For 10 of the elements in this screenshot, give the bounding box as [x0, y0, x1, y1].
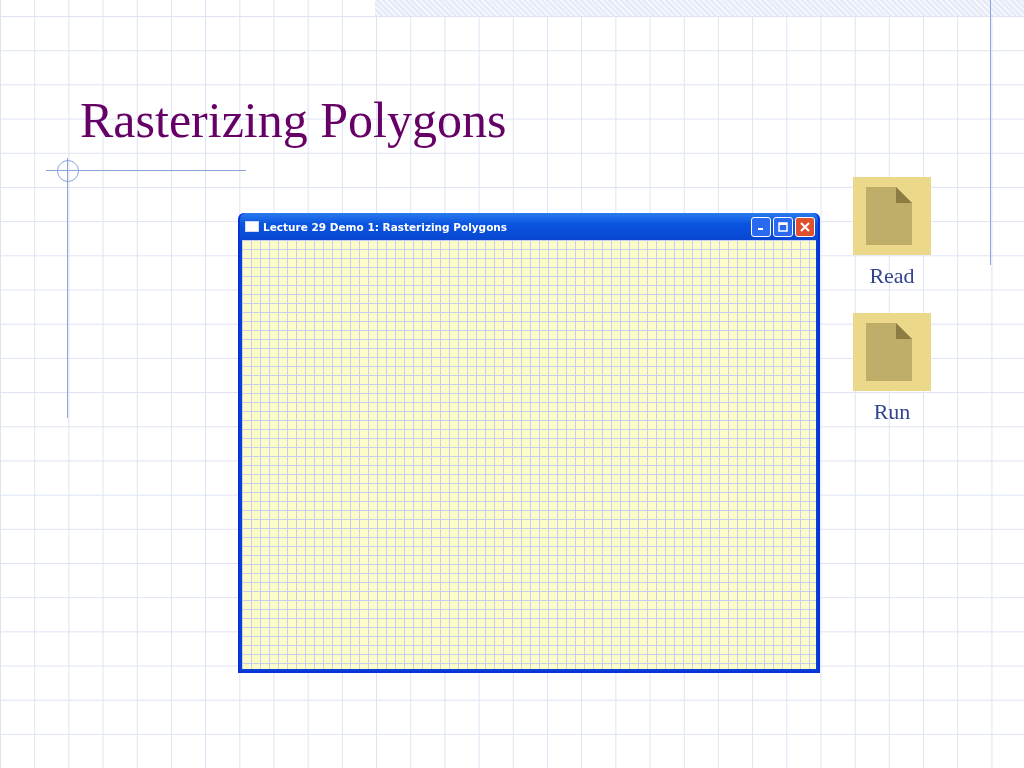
window-icon	[245, 221, 259, 232]
close-button[interactable]	[795, 216, 815, 237]
action-label[interactable]: Run	[873, 399, 911, 425]
action-label[interactable]: Read	[869, 263, 915, 289]
maximize-button[interactable]	[773, 216, 793, 237]
minimize-button[interactable]	[751, 216, 771, 237]
maximize-icon	[778, 221, 788, 232]
slide-title: Rasterizing Polygons	[80, 91, 507, 150]
window-title: Lecture 29 Demo 1: Rasterizing Polygons	[263, 220, 509, 233]
close-icon	[800, 221, 810, 232]
